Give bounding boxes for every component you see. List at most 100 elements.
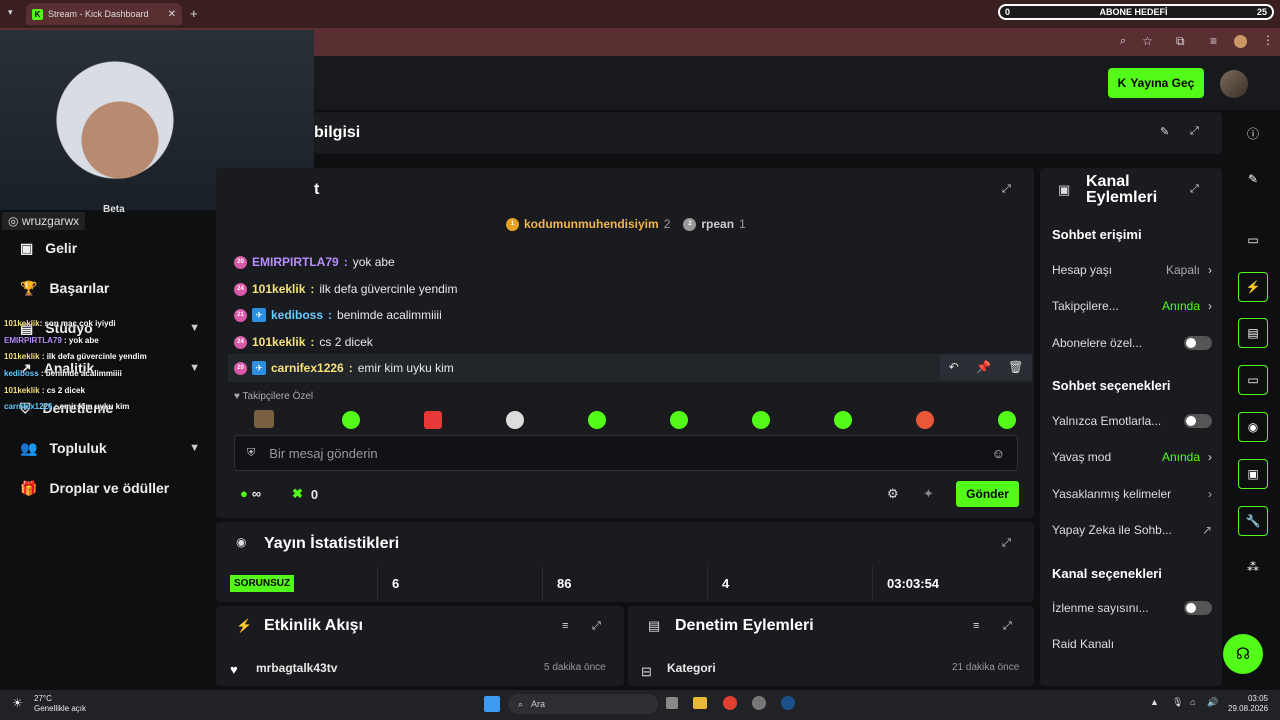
settings-gear-icon[interactable]: ⚙ [887, 486, 899, 502]
expand-icon[interactable]: ⤢ [1002, 183, 1011, 196]
expand-icon[interactable]: ⤢ [1002, 537, 1011, 550]
community-icon[interactable]: ⁂ [1238, 552, 1268, 582]
followers-only-row[interactable]: Takipçilere... Anında › [1052, 296, 1212, 316]
chat-username[interactable]: 101keklik [252, 282, 305, 296]
browser-tab[interactable]: K Stream - Kick Dashboard ✕ [26, 3, 182, 25]
channel-icon: ▣ [1058, 182, 1071, 197]
channel-options-heading: Kanal seçenekleri [1052, 566, 1162, 581]
support-headset-icon[interactable]: ☊ [1223, 634, 1263, 674]
gifter-name[interactable]: kodumunmuhendisiyim [524, 217, 659, 231]
sidebar-item-label: Topluluk [49, 440, 107, 456]
filter-icon[interactable]: ≡ [562, 620, 568, 632]
edit-icon[interactable]: ✎ [1238, 164, 1268, 194]
channel-icon[interactable]: ▣ [1238, 459, 1268, 489]
edit-icon[interactable]: ✎ [1160, 125, 1169, 138]
emoji-icon[interactable]: ☺ [992, 446, 1005, 461]
expand-icon[interactable]: ⤢ [1003, 620, 1012, 633]
taskbar-search[interactable]: ⌕ Ara [508, 694, 658, 714]
overlay-chat-line: 101keklik : ilk defa güvercinle yendim [4, 352, 147, 361]
close-tab-icon[interactable]: ✕ [168, 9, 176, 20]
emotes-only-toggle[interactable] [1184, 414, 1212, 428]
chat-input[interactable]: ⛨ Bir mesaj gönderin ☺ [234, 435, 1018, 471]
expand-icon[interactable]: ⤢ [1190, 125, 1199, 138]
bolt-icon[interactable]: ⚡ [1238, 272, 1268, 302]
reply-icon[interactable]: ↶ [949, 360, 959, 374]
gifter-name[interactable]: rpean [701, 217, 734, 231]
row-label: Raid Kanalı [1052, 637, 1115, 651]
clock[interactable]: 03:05 29.08.2026 [1228, 694, 1268, 714]
subs-only-toggle[interactable] [1184, 336, 1212, 350]
media-icon[interactable]: ≡ [1210, 34, 1217, 48]
pin-icon[interactable]: 📌 [976, 360, 991, 374]
extensions-icon[interactable]: ⧉ [1176, 34, 1185, 49]
sidebar-item-basarilar[interactable]: 🏆 Başarılar [20, 274, 200, 302]
chat-message: 20 ✈ carnifex1226: emir kim uyku kim [234, 358, 454, 378]
star-icon[interactable]: ☆ [1142, 34, 1153, 48]
zoom-icon[interactable]: ⌕ [1120, 35, 1126, 48]
emote-icon[interactable] [834, 411, 852, 429]
verified-icon: ✈ [252, 361, 266, 375]
emote-icon[interactable] [342, 411, 360, 429]
emote-icon[interactable] [998, 411, 1016, 429]
send-button[interactable]: Gönder [956, 481, 1019, 507]
emote-icon[interactable] [752, 411, 770, 429]
expand-icon[interactable]: ⤢ [1190, 183, 1199, 196]
chat-access-heading: Sohbet erişimi [1052, 227, 1142, 242]
sidebar-item-topluluk[interactable]: 👥 Topluluk ▼ [20, 434, 200, 462]
chevron-down-icon: ▼ [189, 442, 200, 454]
emote-icon[interactable] [588, 411, 606, 429]
stats-icon[interactable]: ◉ [1238, 412, 1268, 442]
app-icon[interactable] [752, 696, 766, 710]
user-avatar[interactable] [1220, 70, 1248, 98]
list-icon[interactable]: ▤ [1238, 318, 1268, 348]
task-view-icon[interactable] [666, 697, 678, 709]
view-count-row: İzlenme sayısını... [1052, 598, 1212, 618]
chrome-icon[interactable] [723, 696, 737, 710]
emote-icon[interactable] [916, 411, 934, 429]
sidebar-item-gelir[interactable]: ▣ Gelir [20, 234, 200, 262]
kick-points-icon: ✖ [292, 486, 303, 501]
network-icon[interactable]: ⌂ [1190, 697, 1195, 707]
tab-list-chevron-icon[interactable]: ▾ [8, 7, 20, 19]
windows-start-icon[interactable] [484, 696, 500, 712]
emote-icon[interactable] [424, 411, 442, 429]
volume-icon[interactable]: 🔊 [1207, 697, 1218, 708]
chat-text: emir kim uyku kim [357, 361, 454, 375]
chat-username[interactable]: carnifex1226 [271, 361, 344, 375]
expand-icon[interactable]: ⤢ [592, 620, 601, 633]
sidebar-item-droplar[interactable]: 🎁 Droplar ve ödüller [20, 474, 200, 502]
banned-words-row[interactable]: Yasaklanmış kelimeler › [1052, 484, 1212, 504]
delete-icon[interactable]: 🗑 [1008, 360, 1023, 374]
ai-chat-row[interactable]: Yapay Zeka ile Sohb... ↗ [1052, 520, 1212, 540]
view-count-toggle[interactable] [1184, 601, 1212, 615]
chat-icon[interactable]: ▭ [1238, 365, 1268, 395]
emote-icon[interactable] [670, 411, 688, 429]
steam-icon[interactable] [781, 696, 795, 710]
chat-username[interactable]: EMIRPIRTLA79 [252, 255, 339, 269]
list-icon: ▤ [648, 618, 661, 633]
filter-icon[interactable]: ≡ [973, 620, 979, 632]
info-icon[interactable]: ⓘ [1238, 118, 1268, 148]
mic-icon[interactable]: 🎙 [1172, 697, 1183, 708]
menu-icon[interactable]: ⋮ [1262, 33, 1274, 47]
account-age-row[interactable]: Hesap yaşı Kapalı › [1052, 260, 1212, 280]
raid-row[interactable]: Raid Kanalı [1052, 634, 1212, 654]
slow-mode-row[interactable]: Yavaş mod Anında › [1052, 447, 1212, 467]
emote-icon[interactable] [506, 411, 524, 429]
tool-icon[interactable]: 🔧 [1238, 506, 1268, 536]
activity-user[interactable]: mrbagtalk43tv [256, 661, 337, 675]
go-live-button[interactable]: K Yayına Geç [1108, 68, 1204, 98]
new-tab-icon[interactable]: + [190, 6, 198, 21]
sub-goal-start: 0 [1005, 7, 1011, 17]
tray-chevron-icon[interactable]: ▲ [1150, 697, 1159, 707]
subs-only-row: Abonelere özel... [1052, 333, 1212, 353]
chat-username[interactable]: 101keklik [252, 335, 305, 349]
profile-icon[interactable] [1234, 35, 1247, 48]
stream-info-title: bilgisi [314, 124, 361, 141]
file-explorer-icon[interactable] [693, 697, 707, 709]
predictions-icon[interactable]: ✦ [923, 486, 934, 502]
chat-username[interactable]: kediboss [271, 308, 323, 322]
emote-icon[interactable] [254, 410, 274, 428]
player-icon[interactable]: ▭ [1238, 225, 1268, 255]
weather-widget[interactable]: 27°C Genellikle açık [34, 694, 86, 714]
